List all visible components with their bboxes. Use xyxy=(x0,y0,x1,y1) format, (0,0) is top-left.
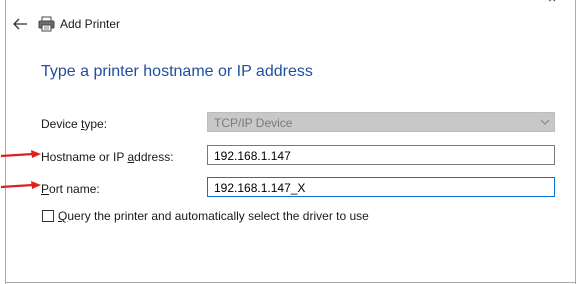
close-icon[interactable]: × xyxy=(548,0,556,5)
query-printer-checkbox[interactable] xyxy=(42,210,54,222)
chevron-down-icon xyxy=(540,119,550,125)
page-heading: Type a printer hostname or IP address xyxy=(41,63,313,80)
hostname-label: Hostname or IP address: xyxy=(41,150,174,164)
printer-icon xyxy=(38,16,55,32)
window-border-left xyxy=(5,0,6,284)
query-printer-label[interactable]: Query the printer and automatically sele… xyxy=(58,209,369,223)
device-type-label: Device type: xyxy=(41,117,108,131)
annotation-arrow-port-name xyxy=(0,181,41,189)
port-name-label: Port name: xyxy=(41,182,100,196)
device-type-select[interactable]: TCP/IP Device xyxy=(207,112,555,132)
port-name-input[interactable]: 192.168.1.147_X xyxy=(207,177,555,197)
device-type-value: TCP/IP Device xyxy=(214,116,293,130)
window-border-right xyxy=(575,0,576,284)
window-border-bottom xyxy=(5,282,576,283)
port-name-value: 192.168.1.147_X xyxy=(214,181,306,195)
dialog-title: Add Printer xyxy=(60,17,121,31)
annotation-arrow-hostname xyxy=(0,150,41,158)
back-arrow-icon[interactable] xyxy=(11,15,29,33)
hostname-input[interactable]: 192.168.1.147 xyxy=(207,145,555,165)
hostname-value: 192.168.1.147 xyxy=(214,149,291,163)
